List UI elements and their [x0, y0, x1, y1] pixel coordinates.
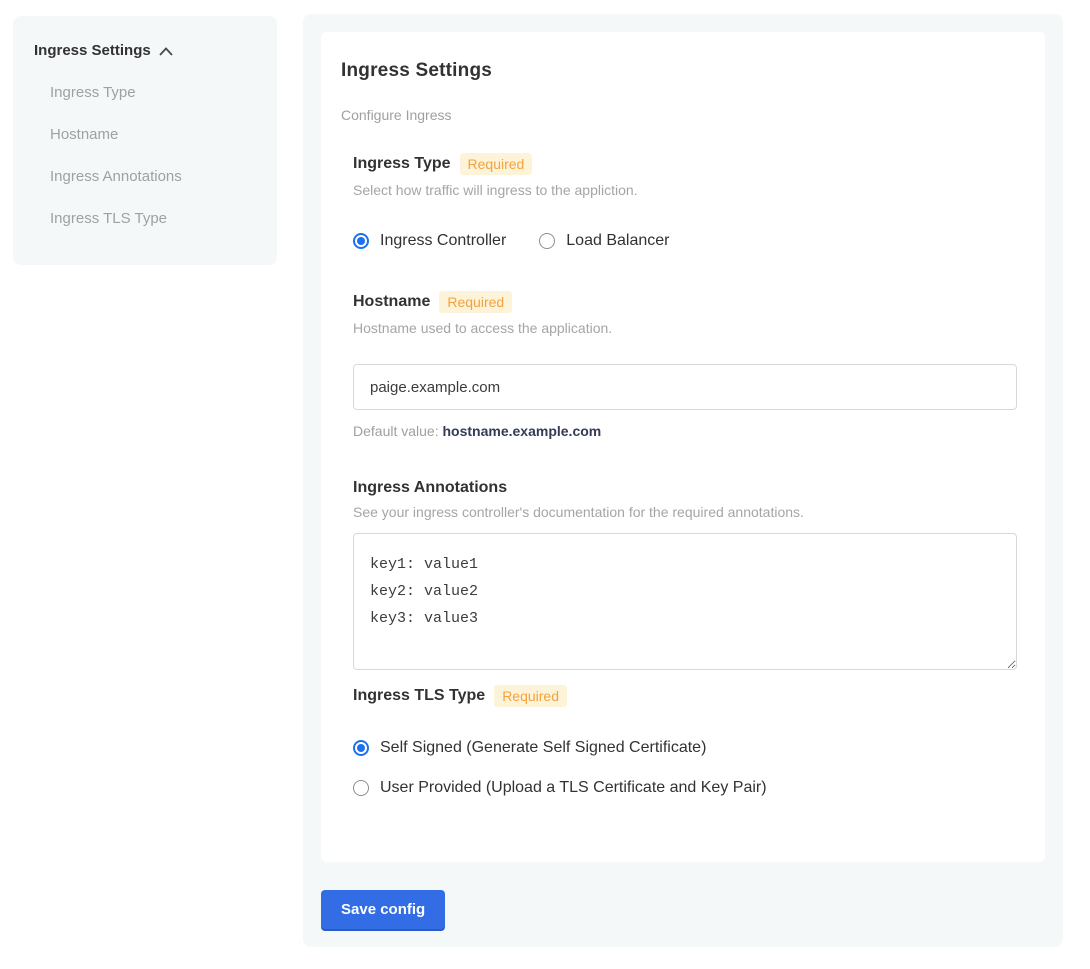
sidebar-group-label: Ingress Settings: [34, 42, 151, 59]
chevron-up-icon: [159, 47, 173, 56]
radio-label: Ingress Controller: [380, 232, 506, 250]
section-ingress-type: Ingress Type Required Select how traffic…: [353, 153, 1015, 250]
radio-user-provided[interactable]: User Provided (Upload a TLS Certificate …: [353, 779, 1015, 797]
section-ingress-annotations: Ingress Annotations See your ingress con…: [353, 479, 1015, 670]
radio-ingress-controller[interactable]: Ingress Controller: [353, 232, 506, 250]
ingress-type-help: Select how traffic will ingress to the a…: [353, 182, 1015, 198]
required-badge: Required: [439, 291, 512, 313]
config-panel: Ingress Settings Configure Ingress Ingre…: [303, 14, 1063, 947]
page-title: Ingress Settings: [341, 60, 1015, 82]
radio-label: User Provided (Upload a TLS Certificate …: [380, 779, 767, 797]
radio-label: Load Balancer: [566, 232, 669, 250]
ingress-type-options: Ingress Controller Load Balancer: [353, 232, 1015, 250]
default-value-prefix: Default value:: [353, 423, 443, 439]
tls-type-heading: Ingress TLS Type: [353, 687, 485, 705]
annotations-textarea[interactable]: key1: value1 key2: value2 key3: value3: [353, 533, 1017, 670]
sidebar-item-ingress-tls-type[interactable]: Ingress TLS Type: [34, 210, 257, 227]
sidebar-group-ingress-settings[interactable]: Ingress Settings: [34, 42, 257, 59]
config-card: Ingress Settings Configure Ingress Ingre…: [321, 32, 1045, 862]
radio-label: Self Signed (Generate Self Signed Certif…: [380, 739, 706, 757]
radio-unselected-icon: [353, 780, 369, 796]
radio-unselected-icon: [539, 233, 555, 249]
required-badge: Required: [460, 153, 533, 175]
sidebar-item-list: Ingress Type Hostname Ingress Annotation…: [34, 84, 257, 227]
radio-self-signed[interactable]: Self Signed (Generate Self Signed Certif…: [353, 739, 1015, 757]
default-value-text: hostname.example.com: [443, 423, 602, 439]
sidebar-item-ingress-annotations[interactable]: Ingress Annotations: [34, 168, 257, 185]
hostname-help: Hostname used to access the application.: [353, 320, 1015, 336]
config-page: Ingress Settings Ingress Type Hostname I…: [0, 0, 1090, 969]
ingress-type-heading: Ingress Type: [353, 155, 451, 173]
hostname-heading: Hostname: [353, 293, 430, 311]
annotations-help: See your ingress controller's documentat…: [353, 504, 1015, 520]
save-config-button[interactable]: Save config: [321, 890, 445, 929]
hostname-input[interactable]: [353, 364, 1017, 410]
config-sidebar: Ingress Settings Ingress Type Hostname I…: [13, 16, 277, 265]
radio-load-balancer[interactable]: Load Balancer: [539, 232, 669, 250]
page-subtitle: Configure Ingress: [341, 107, 1015, 123]
sidebar-item-ingress-type[interactable]: Ingress Type: [34, 84, 257, 101]
section-hostname: Hostname Required Hostname used to acces…: [353, 291, 1015, 439]
annotations-heading: Ingress Annotations: [353, 479, 507, 497]
tls-type-options: Self Signed (Generate Self Signed Certif…: [353, 739, 1015, 797]
required-badge: Required: [494, 685, 567, 707]
radio-selected-icon: [353, 233, 369, 249]
sidebar-item-hostname[interactable]: Hostname: [34, 126, 257, 143]
radio-selected-icon: [353, 740, 369, 756]
hostname-default-line: Default value: hostname.example.com: [353, 423, 1015, 439]
section-ingress-tls-type: Ingress TLS Type Required Self Signed (G…: [353, 685, 1015, 797]
